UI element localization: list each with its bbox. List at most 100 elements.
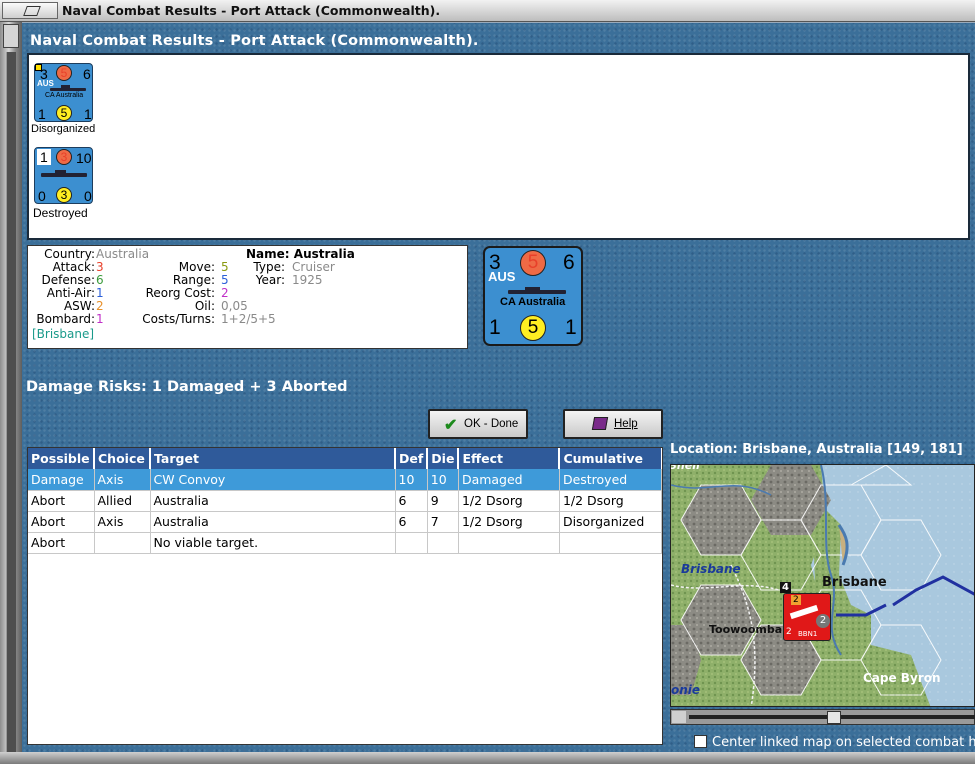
column-header[interactable]: Target [150,448,396,469]
map-label-toowoomba: Toowoomba [709,623,783,636]
stack-count: 4 [780,582,791,593]
oil-value: 0,05 [221,299,248,313]
counter-range: 6 [83,66,91,82]
page-title: Naval Combat Results - Port Attack (Comm… [30,33,479,49]
scrollbar-track[interactable] [6,52,16,752]
help-button[interactable]: Help [563,409,663,439]
table-cell: Australia [150,511,396,533]
table-cell: Destroyed [559,469,662,491]
help-label: Help [614,418,638,430]
table-row[interactable]: Abort Axis Australia 6 7 1/2 Dsorg Disor… [28,511,662,533]
title-bar: Naval Combat Results - Port Attack (Comm… [0,0,975,22]
range-value: 5 [221,273,229,287]
unit-info-box: Country: Australia Attack: 3 Defense: 6 … [27,245,468,349]
combat-units-box: 3 5 6 AUS CA Australia 1 5 1 Disorganize… [27,53,970,240]
table-cell: Axis [94,469,151,491]
counter-defense-circle: 3 [56,149,72,165]
name-row: Name: Australia [246,247,355,261]
ok-done-label: OK - Done [464,418,519,430]
stack-circle: 2 [816,614,830,628]
counter-bottom-right: 1 [565,316,577,339]
counter-nation: AUS [488,269,516,284]
system-menu-button[interactable] [2,2,58,19]
map-label-cape-byron: Cape Byron [863,671,941,685]
move-value: 5 [221,260,229,274]
stack-value: 2 [791,595,801,605]
counter-nation: AUS [37,79,54,88]
table-cell: 6 [395,511,428,533]
column-header[interactable]: Choice [94,448,151,469]
map-location-label: Location: Brisbane, Australia [149, 181] [670,442,963,457]
location-tag: [Brisbane] [32,327,95,341]
table-header-row: Possible Choice Target Def Die Effect Cu… [28,448,662,469]
table-cell: Abort [28,511,95,533]
center-linked-map-checkbox[interactable]: Center linked map on selected combat h [694,735,975,750]
column-header[interactable]: Possible [28,448,95,469]
counter-attack: 1 [37,149,51,165]
counter-range: 10 [76,150,92,166]
table-cell: Disorganized [559,511,662,533]
table-cell: 10 [427,469,459,491]
costs-value: 1+2/5+5 [221,312,276,326]
table-cell: 6 [395,490,428,512]
year-value: 1925 [292,273,323,287]
unit-counter-convoy[interactable]: 1 3 10 0 3 0 [34,147,93,204]
table-cell: Allied [94,490,151,512]
ship-silhouette-icon [508,287,566,294]
reorg-value: 2 [221,286,229,300]
table-cell: Australia [150,490,396,512]
column-header[interactable]: Def [395,448,429,469]
damage-risks-summary: Damage Risks: 1 Damaged + 3 Aborted [26,379,348,395]
country-value: Australia [96,247,150,261]
combat-results-panel: Naval Combat Results - Port Attack (Comm… [22,22,975,752]
counter-defense-circle: 5 [56,65,72,81]
ship-silhouette-icon [41,170,87,177]
counter-defense-circle: 5 [520,250,546,276]
table-cell [559,532,662,554]
vertical-scrollbar[interactable] [0,22,22,764]
counter-name: CA Australia [45,92,84,99]
scroll-left-button[interactable] [672,711,686,723]
table-cell: 7 [427,511,459,533]
table-cell [94,532,151,554]
type-value: Cruiser [292,260,335,274]
window-icon [23,6,41,16]
table-row[interactable]: Abort Allied Australia 6 9 1/2 Dsorg 1/2… [28,490,662,512]
scroll-thumb[interactable] [827,711,841,724]
column-header[interactable]: Cumulative [559,448,662,469]
unit-status-label: Destroyed [33,206,88,220]
counter-bottom-left: 1 [489,316,501,339]
table-row[interactable]: Abort No viable target. [28,532,662,554]
table-cell: Axis [94,511,151,533]
stack-value: 2 [786,627,792,637]
linked-map[interactable]: Snell Brisbane Brisbane Toowoomba Cape B… [670,464,975,707]
bottom-frame [0,752,975,764]
column-header[interactable]: Effect [458,448,561,469]
table-cell: Damaged [458,469,560,491]
checkbox-label: Center linked map on selected combat h [712,735,975,750]
table-cell: 10 [395,469,428,491]
ok-done-button[interactable]: ✔ OK - Done [428,409,528,439]
table-cell [395,532,428,554]
attack-value: 3 [96,260,104,274]
table-row[interactable]: Damage Axis CW Convoy 10 10 Damaged Dest… [28,469,662,491]
unit-counter-australia[interactable]: 3 5 6 AUS CA Australia 1 5 1 [34,63,93,122]
table-cell: No viable target. [150,532,396,554]
checkbox-box[interactable] [694,735,707,748]
table-cell: Damage [28,469,95,491]
column-header[interactable]: Die [427,448,460,469]
table-cell [427,532,459,554]
window-title: Naval Combat Results - Port Attack (Comm… [62,3,441,18]
asw-value: 2 [96,299,104,313]
table-cell: 1/2 Dsorg [458,490,560,512]
combat-results-table: Possible Choice Target Def Die Effect Cu… [27,447,663,745]
large-unit-counter: 3 5 6 AUS CA Australia 1 5 1 [483,246,583,346]
scrollbar-thumb[interactable] [3,24,19,48]
map-unit-stack[interactable]: 4 2 2 2 BBN1 [780,582,831,641]
counter-bottom-circle: 3 [56,187,72,203]
defense-value: 6 [96,273,104,287]
table-cell: 9 [427,490,459,512]
map-horizontal-scrollbar[interactable] [670,709,975,725]
map-label-partial: onie [671,683,701,697]
counter-bottom-left: 0 [38,188,46,204]
